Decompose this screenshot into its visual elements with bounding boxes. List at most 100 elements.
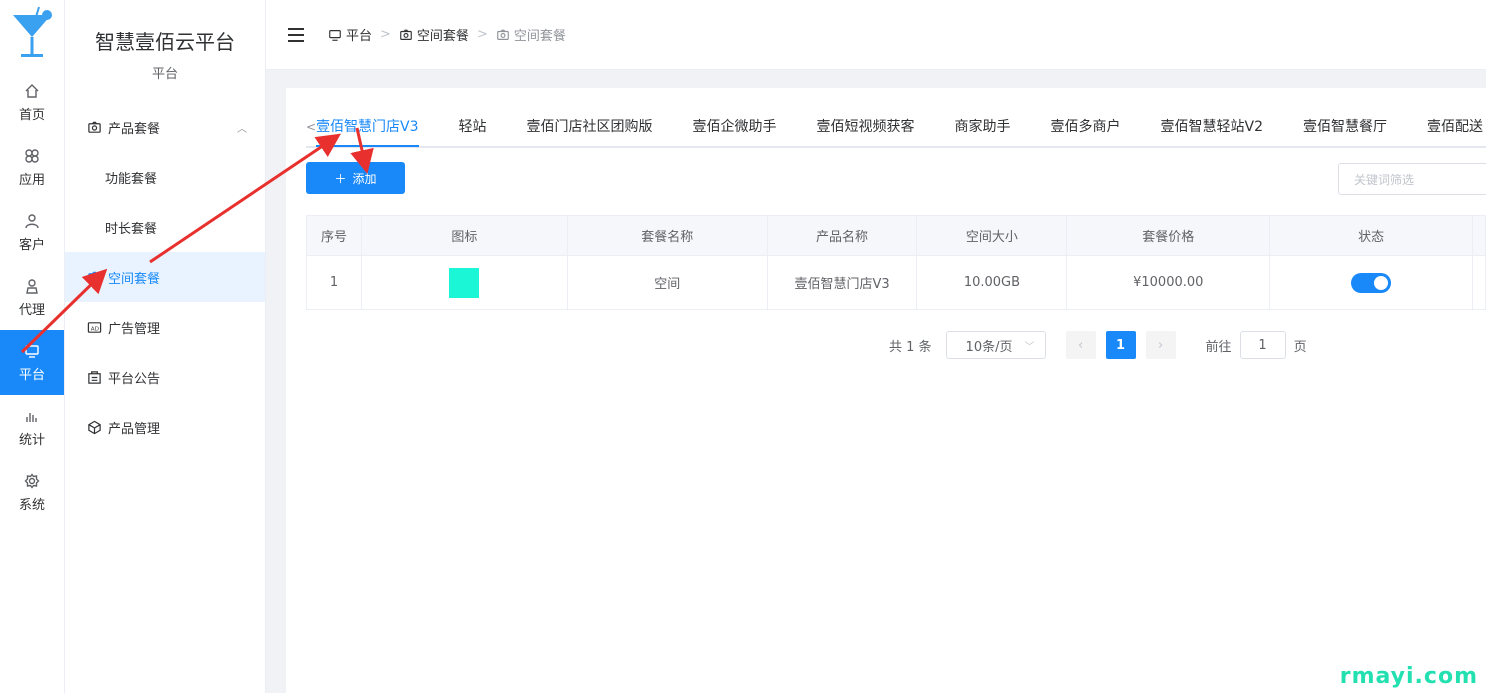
product-tabs: < 壹佰智慧门店V3 轻站 壹佰门店社区团购版 壹佰企微助手 壹佰短视频获客 商… — [306, 108, 1486, 148]
camera-icon — [88, 121, 101, 133]
page-number-current[interactable]: 1 — [1105, 331, 1136, 359]
column-header-overflow — [1473, 216, 1486, 256]
sidebar-item-space-package[interactable]: 空间套餐 — [65, 252, 265, 302]
keyword-filter-input[interactable]: 关键词筛选 — [1338, 163, 1486, 195]
home-icon — [25, 83, 39, 98]
rail-item-label: 平台 — [18, 367, 45, 383]
search-placeholder: 关键词筛选 — [1354, 172, 1415, 187]
sidebar-group-label: 产品套餐 — [108, 121, 161, 137]
column-header: 空间大小 — [917, 216, 1068, 256]
package-icon-swatch — [449, 267, 480, 298]
tab-short-video[interactable]: 壹佰短视频获客 — [797, 107, 935, 147]
cell-overflow — [1473, 256, 1486, 310]
rail-item-system[interactable]: 系统 — [0, 460, 64, 525]
sidebar-subtitle: 平台 — [151, 67, 178, 82]
sidebar-item-feature-package[interactable]: 功能套餐 — [65, 152, 265, 202]
table-row: 1 空间 壹佰智慧门店V3 10.00GB ¥10000.00 — [307, 256, 1486, 310]
tab-scroll-left-icon[interactable]: < — [306, 120, 316, 134]
tab-smart-store-v3[interactable]: 壹佰智慧门店V3 — [316, 107, 419, 147]
app-logo[interactable] — [0, 0, 64, 70]
stats-icon — [26, 412, 37, 422]
rail-item-label: 统计 — [18, 432, 45, 448]
sidebar-item-label: 广告管理 — [108, 321, 161, 337]
rail-item-label: 客户 — [18, 237, 45, 253]
table-header-row: 序号 图标 套餐名称 产品名称 空间大小 套餐价格 状态 — [307, 216, 1486, 256]
rail-item-platform[interactable]: 平台 — [0, 330, 64, 395]
breadcrumb: 平台 > 空间套餐 > 空间套餐 — [328, 25, 566, 44]
page-size-select[interactable]: 10条/页 ﹀ — [945, 331, 1046, 359]
rail-item-apps[interactable]: 应用 — [0, 135, 64, 200]
cell-icon — [361, 256, 568, 310]
rail-item-customer[interactable]: 客户 — [0, 200, 64, 265]
rail-item-home[interactable]: 首页 — [0, 70, 64, 135]
goto-page-input[interactable]: 1 — [1239, 331, 1286, 359]
pagination-total: 共 1 条 — [889, 339, 932, 355]
sidebar-item-label: 时长套餐 — [105, 221, 158, 237]
tab-light-site[interactable]: 轻站 — [439, 107, 507, 147]
rail-item-label: 首页 — [18, 107, 45, 123]
chevron-down-icon: ﹀ — [1024, 341, 1035, 353]
chevron-left-icon: ‹ — [1077, 337, 1084, 353]
watermark: rmayi.com — [1339, 664, 1478, 689]
goto-prefix: 前往 — [1205, 339, 1232, 355]
breadcrumb-separator: > — [476, 27, 488, 42]
tab-smart-restaurant[interactable]: 壹佰智慧餐厅 — [1283, 107, 1407, 147]
monitor-icon — [25, 344, 39, 358]
sidebar-item-duration-package[interactable]: 时长套餐 — [65, 202, 265, 252]
tab-delivery[interactable]: 壹佰配送 — [1407, 107, 1486, 147]
sidebar: 智慧壹佰云平台 平台 产品套餐 ︿ 功能套餐 时长套餐 空间套餐 AD 广告管理… — [65, 0, 266, 693]
sidebar-item-product-management[interactable]: 产品管理 — [65, 402, 265, 452]
column-header: 套餐价格 — [1067, 216, 1271, 256]
cell-space-size: 10.00GB — [917, 256, 1068, 310]
add-button[interactable]: ＋ 添加 — [306, 162, 405, 194]
ad-icon: AD — [87, 321, 102, 333]
prev-page-button[interactable]: ‹ — [1065, 331, 1096, 359]
monitor-icon — [329, 30, 341, 41]
sidebar-group-product-package[interactable]: 产品套餐 ︿ — [65, 102, 265, 152]
cell-product-name: 壹佰智慧门店V3 — [767, 256, 918, 310]
column-header: 套餐名称 — [567, 216, 768, 256]
cube-icon — [88, 420, 101, 434]
package-table: 序号 图标 套餐名称 产品名称 空间大小 套餐价格 状态 1 空间 壹佰智慧门店… — [306, 215, 1486, 310]
user-icon — [25, 213, 39, 228]
breadcrumb-label: 平台 — [346, 29, 373, 44]
column-header: 状态 — [1270, 216, 1474, 256]
notice-board-icon — [88, 370, 101, 384]
cell-price: ¥10000.00 — [1067, 256, 1271, 310]
gear-icon — [24, 472, 40, 489]
sidebar-item-announcement[interactable]: 平台公告 — [65, 352, 265, 402]
cell-status — [1270, 256, 1474, 310]
sidebar-item-label: 平台公告 — [108, 371, 161, 387]
tab-wecom-assistant[interactable]: 壹佰企微助手 — [673, 107, 797, 147]
tab-smart-light-site-v2[interactable]: 壹佰智慧轻站V2 — [1141, 107, 1283, 147]
column-header: 产品名称 — [767, 216, 918, 256]
status-toggle[interactable] — [1351, 272, 1392, 293]
agent-icon — [26, 278, 38, 294]
cell-package-name: 空间 — [567, 256, 768, 310]
sidebar-item-label: 产品管理 — [108, 421, 161, 437]
column-header: 序号 — [307, 216, 362, 256]
chevron-right-icon: › — [1157, 337, 1164, 353]
tab-merchant-assistant[interactable]: 商家助手 — [935, 107, 1031, 147]
main-card: < 壹佰智慧门店V3 轻站 壹佰门店社区团购版 壹佰企微助手 壹佰短视频获客 商… — [286, 88, 1486, 693]
rail-item-agent[interactable]: 代理 — [0, 265, 64, 330]
breadcrumb-item-space-package[interactable]: 空间套餐 — [399, 25, 469, 44]
tab-community-group-buy[interactable]: 壹佰门店社区团购版 — [507, 107, 673, 147]
sidebar-title: 智慧壹佰云平台 — [95, 30, 235, 54]
menu-toggle-icon[interactable] — [288, 27, 304, 42]
camera-icon — [497, 29, 509, 40]
rail-item-stats[interactable]: 统计 — [0, 395, 64, 460]
sidebar-item-ad-management[interactable]: AD 广告管理 — [65, 302, 265, 352]
sidebar-item-label: 功能套餐 — [105, 171, 158, 187]
column-header: 图标 — [361, 216, 568, 256]
breadcrumb-item-platform[interactable]: 平台 — [328, 25, 372, 44]
next-page-button[interactable]: › — [1145, 331, 1176, 359]
icon-rail: 首页 应用 客户 代理 平台 统计 系统 — [0, 0, 65, 693]
cocktail-logo-icon — [13, 7, 52, 57]
breadcrumb-separator: > — [380, 27, 391, 42]
goto-suffix: 页 — [1293, 339, 1307, 355]
tab-multi-merchant[interactable]: 壹佰多商户 — [1031, 107, 1141, 147]
breadcrumb-label: 空间套餐 — [513, 29, 566, 44]
breadcrumb-label: 空间套餐 — [416, 29, 469, 44]
add-button-label: 添加 — [352, 171, 377, 186]
